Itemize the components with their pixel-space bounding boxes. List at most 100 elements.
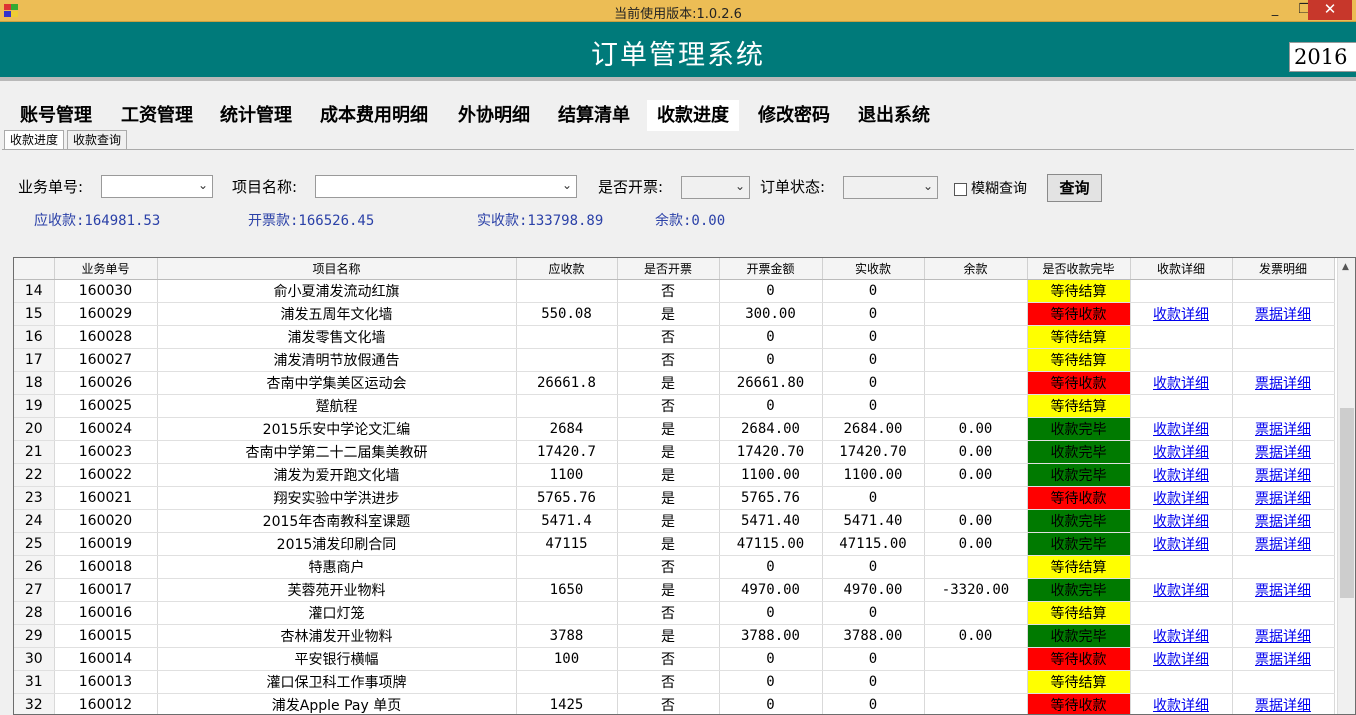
- minimize-icon[interactable]: _: [1261, 0, 1289, 21]
- table-row[interactable]: 16 160028 浦发零售文化墙否 0 0 等待结算: [14, 325, 1335, 349]
- menu-change-password[interactable]: 修改密码: [748, 100, 840, 131]
- order-no-select[interactable]: ⌄: [101, 175, 213, 198]
- table-row[interactable]: 14 160030 俞小夏浦发流动红旗否 0 0 等待结算: [14, 279, 1335, 303]
- invoice-detail-link[interactable]: 票据详细: [1232, 647, 1335, 671]
- payment-detail-link[interactable]: 收款详细: [1130, 417, 1233, 441]
- invoice-detail-link[interactable]: 票据详细: [1232, 440, 1335, 464]
- col-receivable[interactable]: 应收款: [516, 258, 618, 280]
- menu-account[interactable]: 账号管理: [10, 100, 102, 131]
- tab-payment-progress[interactable]: 收款进度: [4, 130, 65, 151]
- close-icon[interactable]: ✕: [1308, 0, 1352, 20]
- payment-detail-link[interactable]: 收款详细: [1130, 532, 1233, 556]
- menu-payment-progress[interactable]: 收款进度: [647, 100, 739, 131]
- col-balance[interactable]: 余款: [924, 258, 1028, 280]
- invoice-amount-cell: 5765.76: [719, 486, 823, 510]
- invoice-detail-link[interactable]: 票据详细: [1232, 371, 1335, 395]
- menu-settlement[interactable]: 结算清单: [548, 100, 640, 131]
- invoice-detail-link: [1232, 394, 1335, 418]
- col-invoice-detail[interactable]: 发票明细: [1232, 258, 1335, 280]
- receivable-cell: 3788: [516, 624, 618, 648]
- invoiced-flag-cell: 是: [617, 578, 720, 602]
- table-row[interactable]: 26 160018 特惠商户否 0 0 等待结算: [14, 555, 1335, 579]
- table-row[interactable]: 29 160015 杏林浦发开业物料 3788 是 3788.00 3788.00 0.00 收…: [14, 624, 1335, 648]
- payment-detail-link[interactable]: 收款详细: [1130, 302, 1233, 326]
- table-row[interactable]: 21 160023 杏南中学第二十二届集美教研 17420.7 是 17420.70 174…: [14, 440, 1335, 464]
- project-name-select[interactable]: ⌄: [315, 175, 577, 198]
- table-row[interactable]: 23 160021 翔安实验中学洪进步 5765.76 是 5765.76 0 等待收款 收款详…: [14, 486, 1335, 510]
- invoiced-total: 开票款:166526.45: [248, 213, 375, 229]
- invoice-detail-link[interactable]: 票据详细: [1232, 532, 1335, 556]
- payment-detail-link[interactable]: 收款详细: [1130, 578, 1233, 602]
- tab-payment-query[interactable]: 收款查询: [67, 130, 128, 150]
- payment-table: 业务单号 项目名称 应收款 是否开票 开票金额 实收款 余款 是否收款完毕 收款…: [14, 258, 1335, 714]
- scroll-up-icon[interactable]: ▲: [1342, 262, 1349, 272]
- payment-detail-link[interactable]: 收款详细: [1130, 371, 1233, 395]
- invoice-detail-link[interactable]: 票据详细: [1232, 302, 1335, 326]
- table-row[interactable]: 30 160014 平安银行横幅 100 否 0 0 等待收款 收款详细 票据详细: [14, 647, 1335, 671]
- payment-detail-link[interactable]: 收款详细: [1130, 647, 1233, 671]
- year-select[interactable]: 2016: [1289, 42, 1356, 72]
- invoice-select[interactable]: ⌄: [681, 176, 750, 199]
- menu-cost-detail[interactable]: 成本费用明细: [310, 100, 438, 131]
- row-number: 23: [14, 486, 55, 510]
- invoice-amount-cell: 0: [719, 555, 823, 579]
- table-row[interactable]: 32 160012 浦发Apple Pay 单页 1425 否 0 0 等待收款 收款详细 票据详…: [14, 693, 1335, 714]
- payment-detail-link[interactable]: 收款详细: [1130, 486, 1233, 510]
- payment-detail-link[interactable]: 收款详细: [1130, 624, 1233, 648]
- chevron-down-icon: ⌄: [922, 179, 933, 193]
- table-row[interactable]: 28 160016 灌口灯笼否 0 0 等待结算: [14, 601, 1335, 625]
- row-number: 21: [14, 440, 55, 464]
- project-name-cell: 灌口保卫科工作事项牌: [157, 670, 517, 694]
- receivable-cell: 5765.76: [516, 486, 618, 510]
- table-row[interactable]: 24 160020 2015年杏南教科室课题 5471.4 是 5471.40 5471.4…: [14, 509, 1335, 533]
- table-row[interactable]: 31 160013 灌口保卫科工作事项牌否 0 0 等待结算: [14, 670, 1335, 694]
- menu-salary[interactable]: 工资管理: [111, 100, 203, 131]
- col-received[interactable]: 实收款: [822, 258, 925, 280]
- balance-cell: [924, 670, 1028, 694]
- col-invoiced-flag[interactable]: 是否开票: [617, 258, 720, 280]
- balance-cell: [924, 555, 1028, 579]
- invoice-detail-link[interactable]: 票据详细: [1232, 693, 1335, 714]
- menu-statistics[interactable]: 统计管理: [210, 100, 302, 131]
- invoice-detail-link[interactable]: 票据详细: [1232, 509, 1335, 533]
- payment-grid[interactable]: 业务单号 项目名称 应收款 是否开票 开票金额 实收款 余款 是否收款完毕 收款…: [13, 257, 1356, 715]
- table-row[interactable]: 27 160017 芙蓉苑开业物料 1650 是 4970.00 4970.00 -3320.…: [14, 578, 1335, 602]
- invoice-detail-link[interactable]: 票据详细: [1232, 624, 1335, 648]
- invoice-detail-link[interactable]: 票据详细: [1232, 463, 1335, 487]
- table-row[interactable]: 15 160029 浦发五周年文化墙 550.08 是 300.00 0 等待收款 收款详细 票据…: [14, 302, 1335, 326]
- payment-detail-link[interactable]: 收款详细: [1130, 440, 1233, 464]
- col-invoice-amount[interactable]: 开票金额: [719, 258, 823, 280]
- project-name-cell: 杏南中学第二十二届集美教研: [157, 440, 517, 464]
- project-name-cell: 特惠商户: [157, 555, 517, 579]
- table-row[interactable]: 22 160022 浦发为爱开跑文化墙 1100 是 1100.00 1100.00 0.00…: [14, 463, 1335, 487]
- col-order-no[interactable]: 业务单号: [54, 258, 158, 280]
- order-status-select[interactable]: ⌄: [843, 176, 938, 199]
- payment-status-cell: 收款完毕: [1027, 509, 1131, 533]
- row-number: 29: [14, 624, 55, 648]
- table-row[interactable]: 20 160024 2015乐安中学论文汇编 2684 是 2684.00 2684.00 0…: [14, 417, 1335, 441]
- order-no-cell: 160018: [54, 555, 158, 579]
- vertical-scrollbar[interactable]: ▲: [1337, 258, 1355, 714]
- table-row[interactable]: 18 160026 杏南中学集美区运动会 26661.8 是 26661.80 0 等待收款收…: [14, 371, 1335, 395]
- table-row[interactable]: 25 160019 2015浦发印刷合同 47115 是 47115.00 47115.00…: [14, 532, 1335, 556]
- menu-outsourcing[interactable]: 外协明细: [448, 100, 540, 131]
- payment-detail-link[interactable]: 收款详细: [1130, 463, 1233, 487]
- col-payment-detail[interactable]: 收款详细: [1130, 258, 1233, 280]
- payment-detail-link[interactable]: 收款详细: [1130, 509, 1233, 533]
- table-row[interactable]: 17 160027 浦发清明节放假通告否 0 0 等待结算: [14, 348, 1335, 372]
- query-button[interactable]: 查询: [1047, 174, 1102, 202]
- invoice-detail-link[interactable]: 票据详细: [1232, 486, 1335, 510]
- payment-detail-link[interactable]: 收款详细: [1130, 693, 1233, 714]
- col-project-name[interactable]: 项目名称: [157, 258, 517, 280]
- row-number: 15: [14, 302, 55, 326]
- table-row[interactable]: 19 160025 蹵航程否 0 0 等待结算: [14, 394, 1335, 418]
- balance-cell: 0.00: [924, 624, 1028, 648]
- menu-logout[interactable]: 退出系统: [848, 100, 940, 131]
- invoice-detail-link[interactable]: 票据详细: [1232, 578, 1335, 602]
- scrollbar-thumb[interactable]: [1340, 408, 1354, 598]
- invoice-detail-link[interactable]: 票据详细: [1232, 417, 1335, 441]
- col-payment-status[interactable]: 是否收款完毕: [1027, 258, 1131, 280]
- payment-status-cell: 等待结算: [1027, 394, 1131, 418]
- fuzzy-query-checkbox[interactable]: [954, 183, 967, 196]
- invoice-amount-cell: 26661.80: [719, 371, 823, 395]
